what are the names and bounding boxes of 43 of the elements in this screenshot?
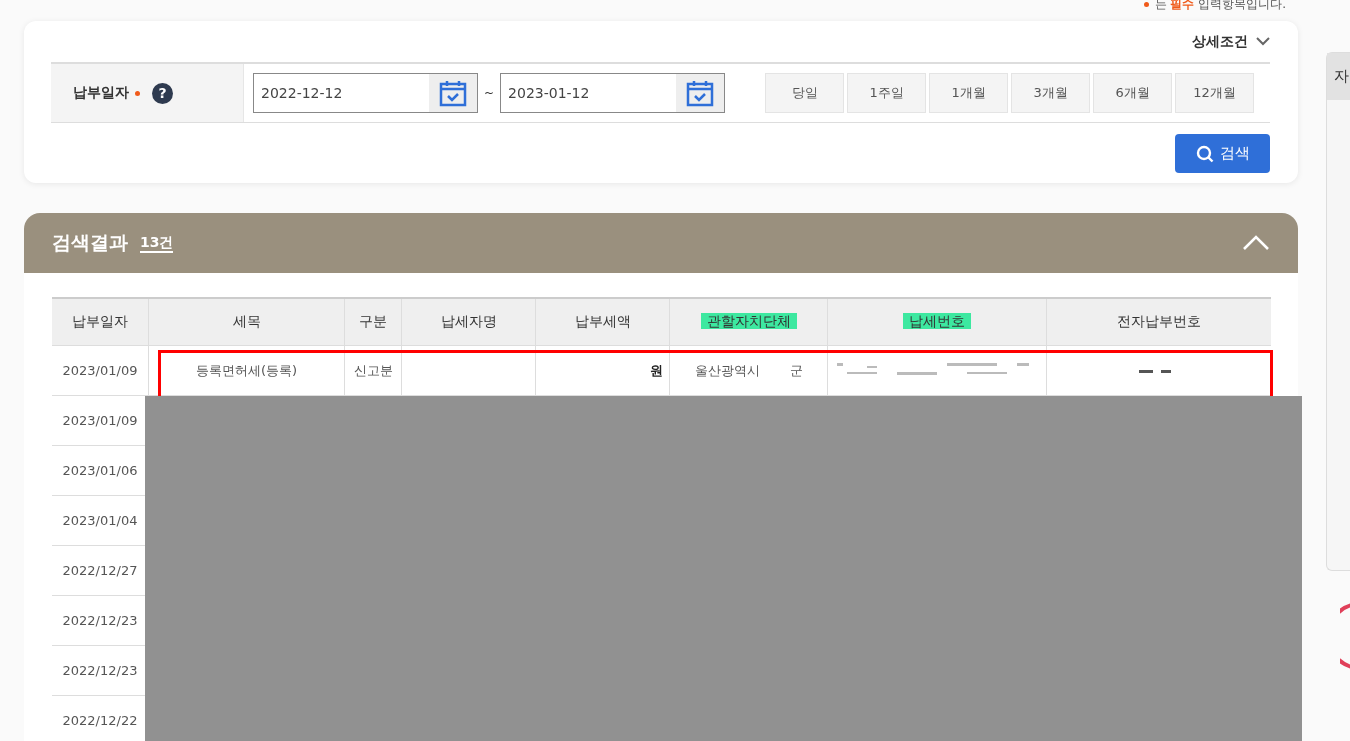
chevron-icon[interactable] bbox=[1256, 37, 1270, 46]
table-cell: 2022/12/27 bbox=[62, 562, 138, 578]
table-cell: 2022/12/22 bbox=[62, 712, 138, 728]
period-button[interactable]: 6개월 bbox=[1093, 73, 1173, 113]
column-header: 납세번호 bbox=[903, 313, 971, 329]
table-cell: 원 bbox=[650, 362, 663, 378]
date-field[interactable]: 2023-01-12 bbox=[500, 73, 726, 113]
period-button[interactable]: 1개월 bbox=[929, 73, 1009, 113]
search-button[interactable]: 검색 bbox=[1175, 134, 1270, 173]
calendar-icon[interactable] bbox=[676, 74, 725, 112]
column-header: 납세자명 bbox=[440, 313, 497, 329]
date-field[interactable]: 2022-12-12 bbox=[253, 73, 478, 113]
table-cell: 2023/01/04 bbox=[62, 512, 138, 528]
results-title: 검색결과 bbox=[52, 230, 128, 255]
table-cell: 2022/12/23 bbox=[62, 662, 138, 678]
table-cell: 2023/01/09 bbox=[62, 362, 138, 378]
help-icon[interactable]: ? bbox=[152, 82, 173, 104]
table-cell: 군 bbox=[789, 362, 803, 378]
range-separator: ~ bbox=[484, 86, 495, 100]
column-header: 구분 bbox=[359, 313, 387, 329]
column-header: 전자납부번호 bbox=[1117, 313, 1201, 329]
table-cell: 2023/01/09 bbox=[62, 412, 138, 428]
calendar-icon[interactable] bbox=[429, 74, 477, 112]
table-cell: 2022/12/23 bbox=[62, 612, 138, 628]
table-cell: 등록면허세(등록) bbox=[195, 362, 298, 378]
column-header: 납부일자 bbox=[72, 313, 128, 329]
collapse-icon[interactable] bbox=[1242, 235, 1270, 251]
period-button[interactable]: 12개월 bbox=[1175, 73, 1255, 113]
table-cell: 울산광역시 bbox=[694, 362, 760, 378]
panel-title: 자 bbox=[1334, 67, 1349, 86]
column-header: 세목 bbox=[232, 313, 261, 329]
column-header: 관할자치단체 bbox=[700, 313, 797, 329]
field-label: 납부일자 bbox=[73, 84, 129, 102]
period-button[interactable]: 1주일 bbox=[847, 73, 927, 113]
table-cell: 신고분 bbox=[353, 362, 393, 378]
detail-toggle[interactable]: 상세조건 bbox=[1192, 32, 1270, 51]
table-cell: 2023/01/06 bbox=[62, 462, 138, 478]
column-header: 납부세액 bbox=[574, 313, 631, 329]
required-dot bbox=[1143, 2, 1149, 7]
result-count: 13건 bbox=[140, 233, 174, 253]
period-button[interactable]: 당일 bbox=[765, 73, 845, 113]
period-button[interactable]: 3개월 bbox=[1011, 73, 1091, 113]
search-icon bbox=[1195, 144, 1214, 163]
